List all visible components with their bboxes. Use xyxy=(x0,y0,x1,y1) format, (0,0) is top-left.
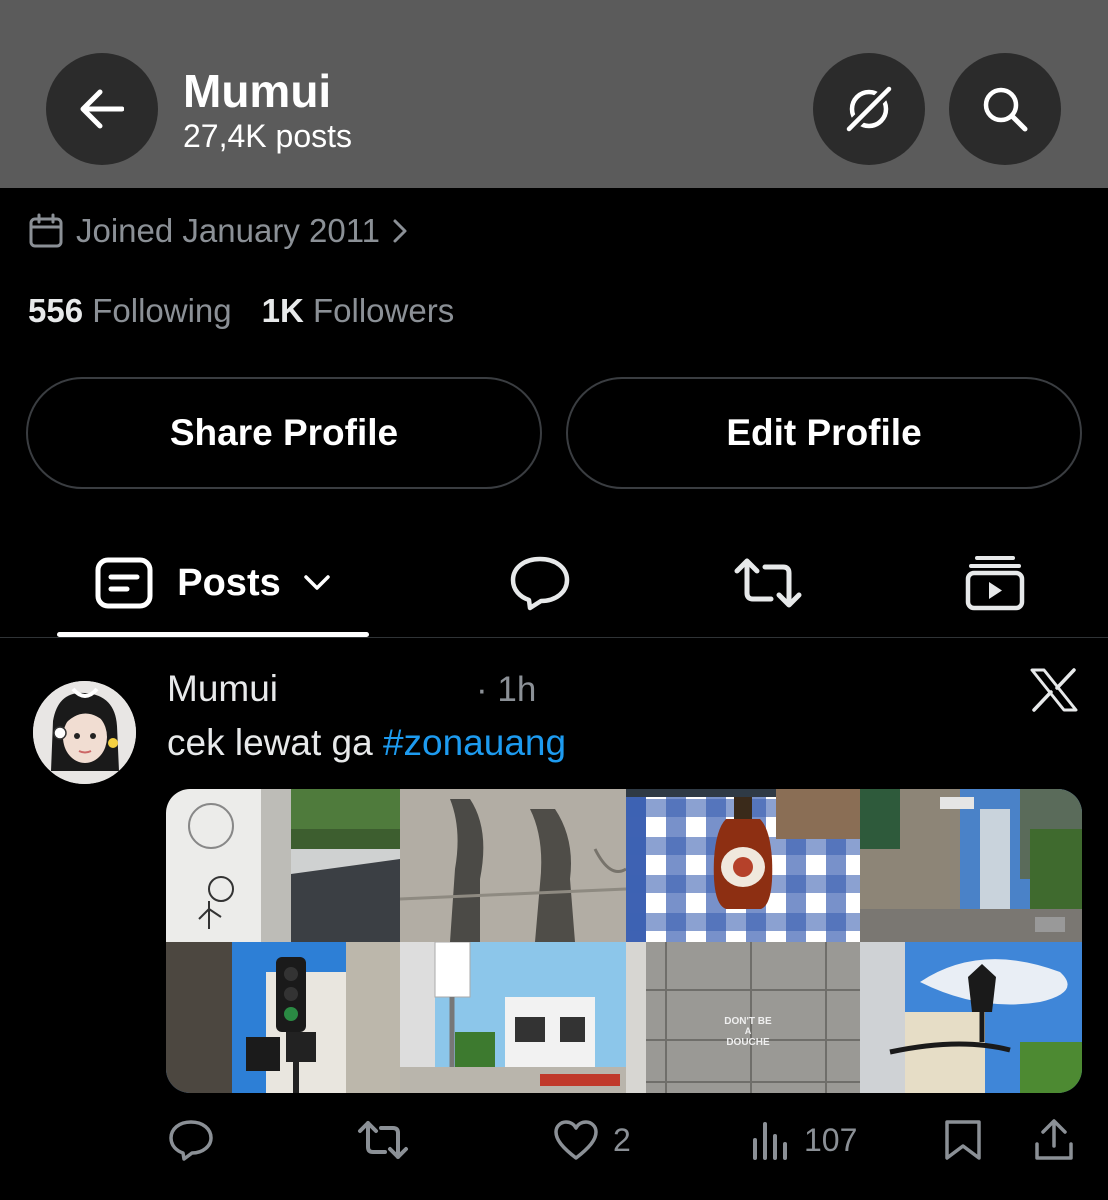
like-button[interactable]: 2 xyxy=(553,1110,631,1170)
bookmark-icon xyxy=(945,1120,981,1160)
tab-posts[interactable]: Posts xyxy=(57,530,369,636)
photo-stencil-pavement: DON'T BE A DOUCHE xyxy=(626,942,860,1093)
photo-city-street xyxy=(860,789,1082,942)
arrow-left-icon xyxy=(80,89,124,129)
followers-stat[interactable]: 1K Followers xyxy=(262,292,455,330)
like-count: 2 xyxy=(613,1121,631,1158)
calendar-icon xyxy=(29,213,63,248)
following-count: 556 xyxy=(28,292,84,329)
post-media-collage[interactable]: DON'T BE A DOUCHE xyxy=(166,789,1082,1093)
back-button[interactable] xyxy=(46,53,158,165)
share-icon xyxy=(1035,1119,1073,1160)
active-tab-indicator xyxy=(57,632,369,637)
search-button[interactable] xyxy=(949,53,1061,165)
repost-icon xyxy=(358,1121,408,1159)
header-post-count: 27,4K posts xyxy=(183,118,352,154)
reply-button[interactable] xyxy=(168,1110,214,1170)
post-time: · 1h xyxy=(476,670,537,709)
tab-replies[interactable] xyxy=(490,530,590,636)
post-text: cek lewat ga #zonauang xyxy=(167,722,566,764)
chevron-right-icon xyxy=(393,219,407,243)
follow-stats: 556 Following 1K Followers xyxy=(28,292,454,330)
avatar[interactable] xyxy=(33,681,136,784)
replies-icon xyxy=(510,556,570,611)
posts-icon xyxy=(95,557,153,609)
repost-button[interactable] xyxy=(357,1110,409,1170)
search-icon xyxy=(983,87,1028,132)
x-logo-icon[interactable] xyxy=(1030,668,1078,717)
hashtag-link[interactable]: #zonauang xyxy=(383,722,566,763)
photo-sign-street xyxy=(400,942,626,1093)
header-title: Mumui xyxy=(183,65,332,117)
joined-date[interactable]: Joined January 2011 xyxy=(28,208,420,254)
share-profile-button[interactable]: Share Profile xyxy=(26,377,542,489)
photo-street-lamp xyxy=(860,942,1082,1093)
bookmark-button[interactable] xyxy=(943,1110,983,1170)
views-chart-icon xyxy=(753,1122,787,1160)
tab-reposts[interactable] xyxy=(718,530,818,636)
incognito-off-icon xyxy=(846,86,892,132)
tab-posts-label: Posts xyxy=(177,561,281,604)
heart-icon xyxy=(554,1120,598,1160)
post-body: cek lewat ga xyxy=(167,722,383,763)
stencil-text-3: DOUCHE xyxy=(726,1037,770,1048)
incognito-button[interactable] xyxy=(813,53,925,165)
stencil-text-2: A xyxy=(745,1026,752,1036)
edit-profile-button[interactable]: Edit Profile xyxy=(566,377,1082,489)
views-button[interactable]: 107 xyxy=(750,1110,857,1170)
post-actions: 2 107 xyxy=(0,1110,1108,1170)
photo-traffic-light xyxy=(166,942,400,1093)
following-label: Following xyxy=(92,292,232,329)
view-count: 107 xyxy=(804,1121,858,1158)
tab-media[interactable] xyxy=(945,530,1045,636)
profile-tabs: Posts xyxy=(0,530,1108,638)
media-icon xyxy=(965,556,1025,611)
share-button[interactable] xyxy=(1033,1110,1075,1170)
profile-header: Mumui 27,4K posts xyxy=(0,0,1108,188)
post-author[interactable]: Mumui xyxy=(167,668,278,710)
photo-maple-syrup xyxy=(626,789,860,942)
reply-icon xyxy=(169,1120,213,1161)
followers-count: 1K xyxy=(261,292,304,329)
reposts-icon xyxy=(734,558,802,608)
following-stat[interactable]: 556 Following xyxy=(28,292,232,330)
photo-wall-graffiti xyxy=(166,789,400,942)
chevron-down-icon xyxy=(303,575,330,590)
joined-text: Joined January 2011 xyxy=(76,212,380,249)
followers-label: Followers xyxy=(313,292,455,329)
photo-shadows-rock xyxy=(400,789,626,942)
